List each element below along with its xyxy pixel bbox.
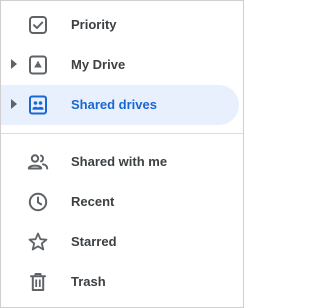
- sidebar-item-label: Trash: [71, 274, 106, 289]
- recent-icon: [26, 190, 50, 214]
- sidebar-item-label: Priority: [71, 17, 117, 32]
- sidebar-item-label: Shared drives: [71, 97, 157, 112]
- priority-icon: [26, 13, 50, 37]
- sidebar-nav: Priority My Drive Shared drives Shared w…: [1, 1, 243, 307]
- expand-caret-icon[interactable]: [11, 59, 17, 69]
- my-drive-icon: [26, 53, 50, 77]
- sidebar-item-shared-with-me[interactable]: Shared with me: [1, 142, 239, 182]
- sidebar-item-my-drive[interactable]: My Drive: [1, 45, 239, 85]
- sidebar-item-starred[interactable]: Starred: [1, 222, 239, 262]
- starred-icon: [26, 230, 50, 254]
- drive-navigation-panel: Priority My Drive Shared drives Shared w…: [0, 0, 244, 308]
- sidebar-item-priority[interactable]: Priority: [1, 5, 239, 45]
- sidebar-item-recent[interactable]: Recent: [1, 182, 239, 222]
- shared-with-me-icon: [26, 150, 50, 174]
- sidebar-item-shared-drives[interactable]: Shared drives: [1, 85, 239, 125]
- expand-caret-icon[interactable]: [11, 99, 17, 109]
- sidebar-item-label: Recent: [71, 194, 115, 209]
- sidebar-divider: [1, 133, 243, 134]
- shared-drives-icon: [26, 93, 50, 117]
- trash-icon: [26, 270, 50, 294]
- sidebar-item-label: Starred: [71, 234, 117, 249]
- sidebar-item-label: Shared with me: [71, 154, 168, 169]
- sidebar-item-label: My Drive: [71, 57, 126, 72]
- sidebar-item-trash[interactable]: Trash: [1, 262, 239, 302]
